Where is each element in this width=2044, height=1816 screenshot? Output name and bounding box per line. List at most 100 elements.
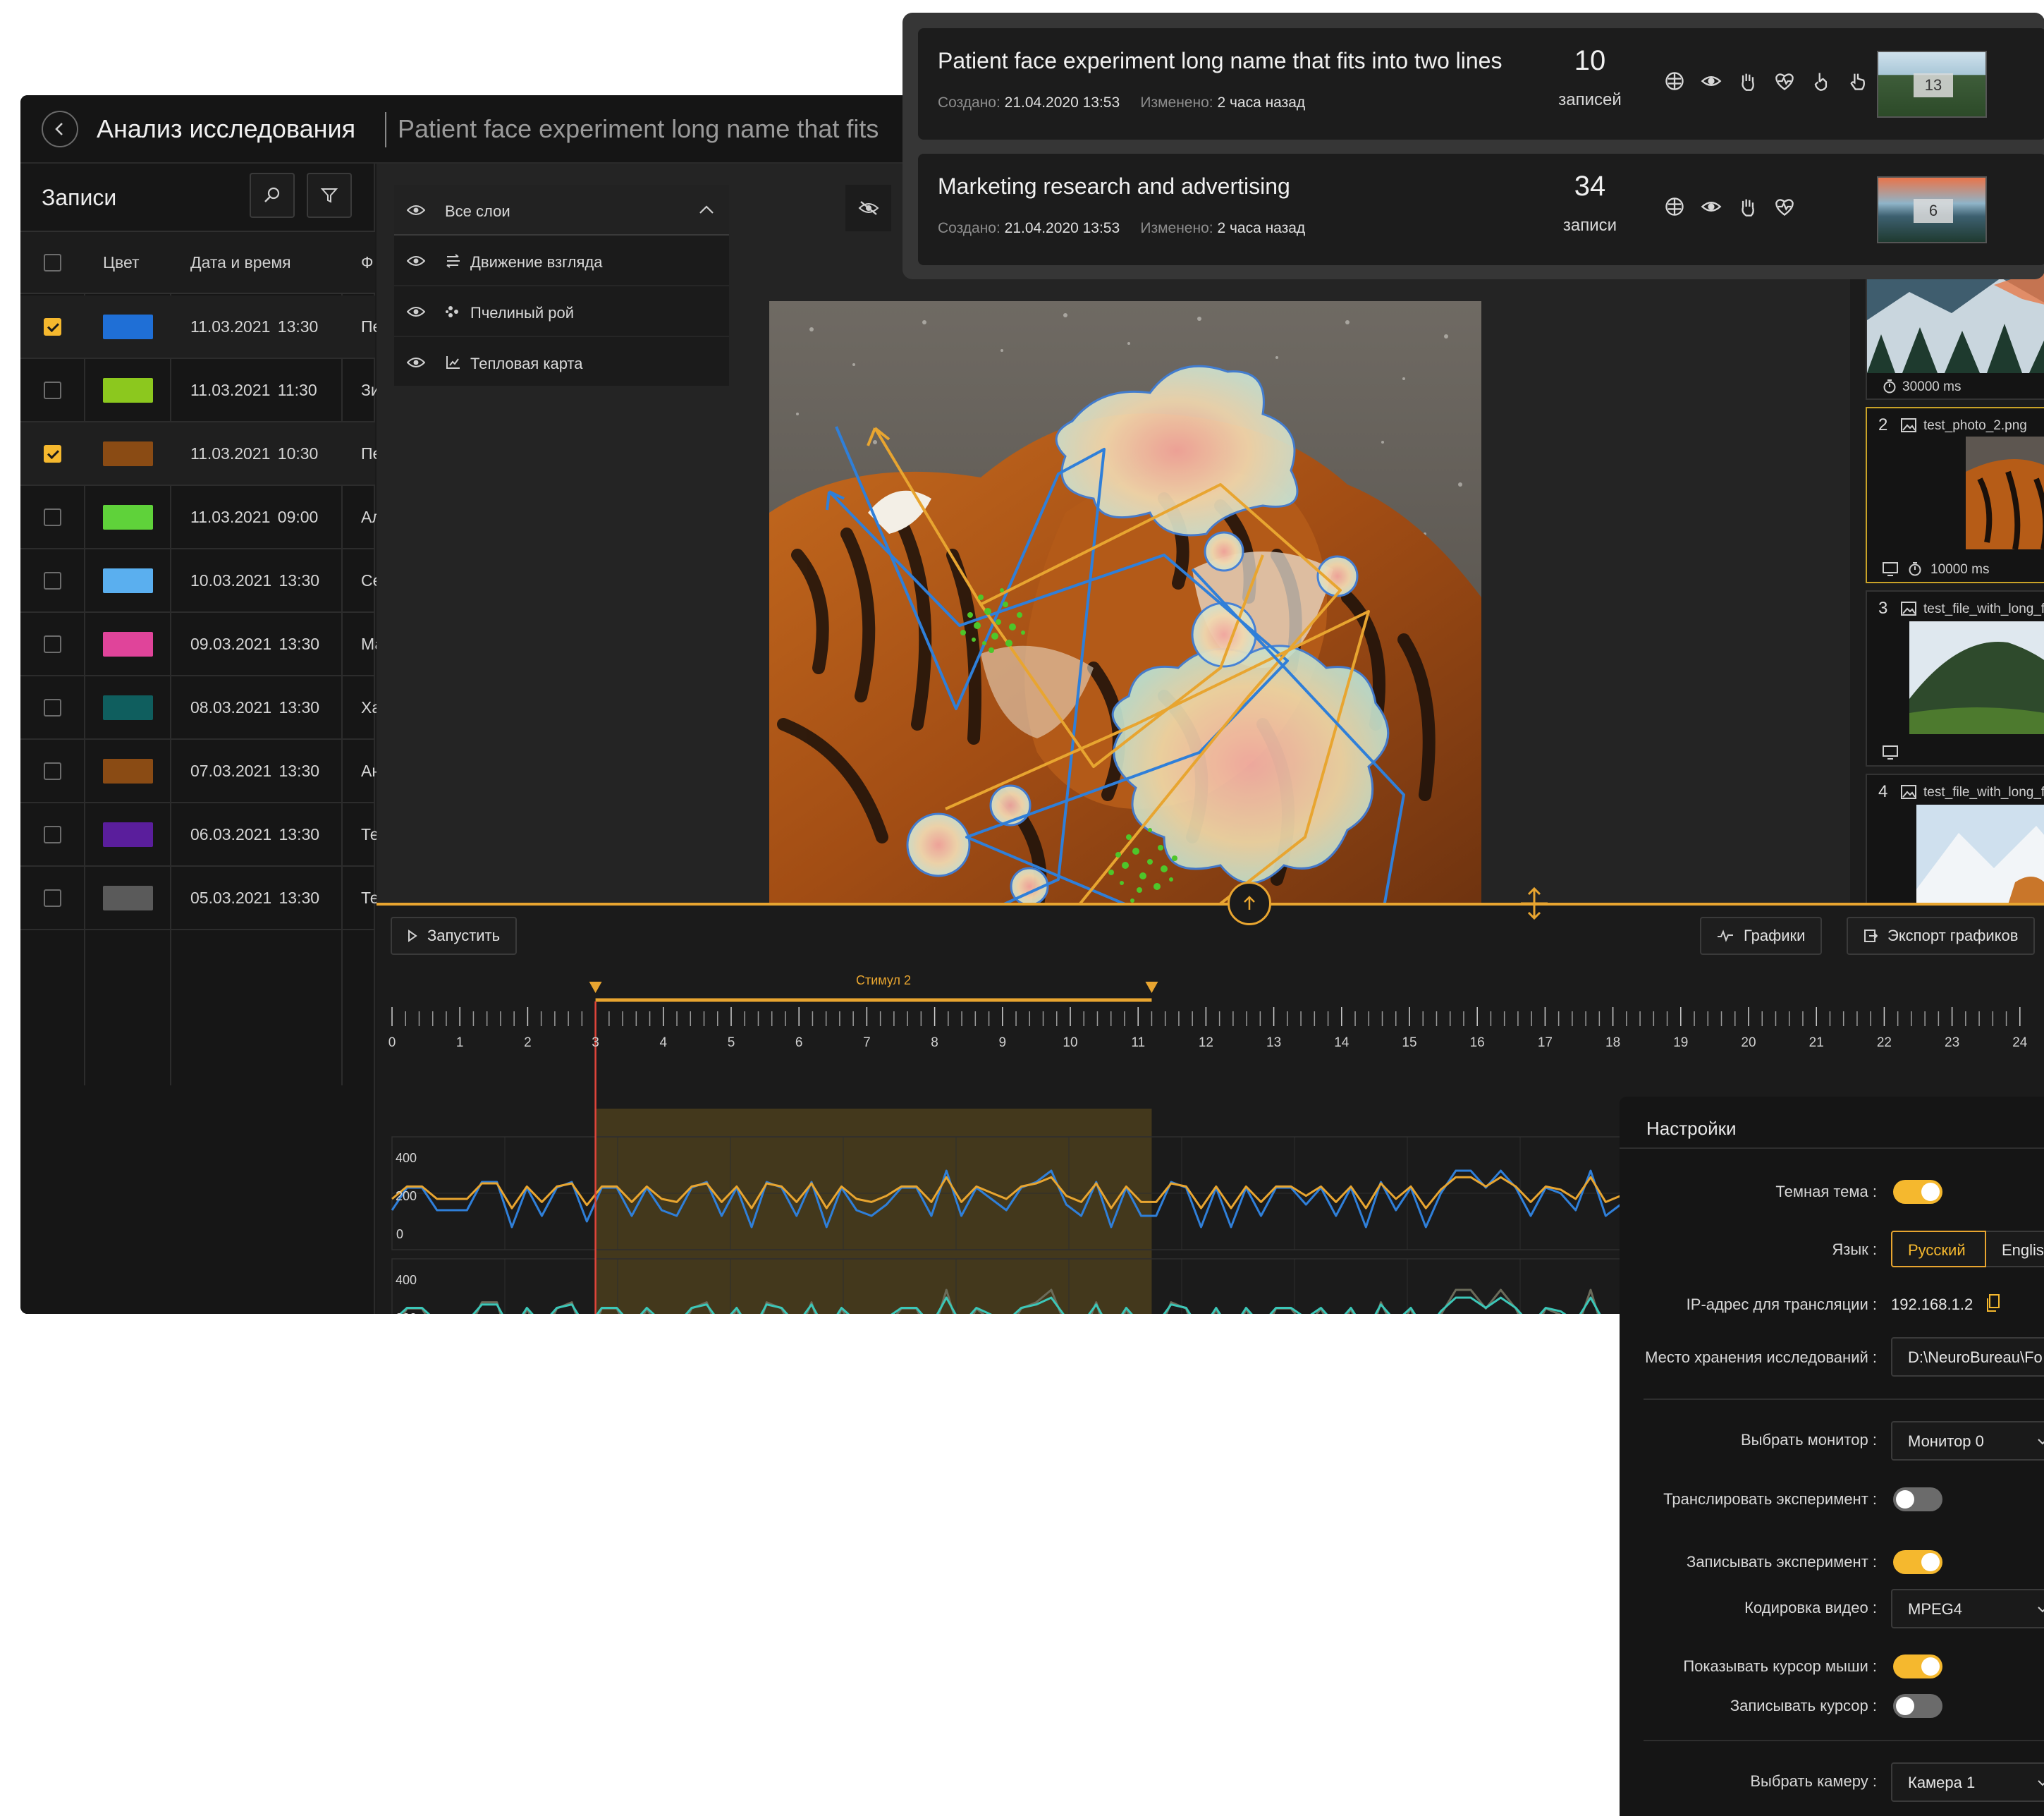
broadcast-toggle[interactable] (1893, 1487, 1942, 1511)
stimulus-end-marker[interactable] (1145, 982, 1158, 993)
record-cursor-toggle[interactable] (1893, 1694, 1942, 1718)
record-color-swatch[interactable] (103, 315, 153, 339)
filter-icon (320, 188, 338, 203)
layer-gaze-label: Движение взгляда (470, 253, 603, 271)
image-icon (1901, 418, 1916, 432)
camera-select[interactable]: Камера 1 (1891, 1762, 2044, 1802)
divider (1620, 1147, 2044, 1149)
record-color-swatch[interactable] (103, 441, 153, 466)
ip-value: 192.168.1.2 (1891, 1296, 1973, 1313)
record-color-swatch[interactable] (103, 378, 153, 403)
study-card[interactable]: Patient face experiment long name that f… (918, 28, 2044, 140)
language-russian[interactable]: Русский (1891, 1231, 1986, 1267)
image-icon (1901, 785, 1916, 799)
layers-all-label: Все слои (445, 202, 510, 220)
storage-path-field[interactable]: D:\NeuroBureau\Fo (1891, 1337, 2044, 1377)
row-checkbox[interactable] (44, 889, 61, 907)
modified-date: 2 часа назад (1217, 95, 1306, 111)
study-card[interactable]: Marketing research and advertising Созда… (918, 154, 2044, 265)
record-color-swatch[interactable] (103, 568, 153, 593)
row-checkbox[interactable] (44, 762, 61, 780)
search-icon (264, 187, 280, 202)
record-color-swatch[interactable] (103, 822, 153, 847)
storage-label: Место хранения исследований : (1645, 1348, 1877, 1366)
codec-value: MPEG4 (1908, 1600, 1963, 1618)
gesture-icon (1850, 73, 1865, 90)
copy-icon[interactable] (1986, 1294, 2000, 1312)
row-checkbox[interactable] (44, 445, 61, 463)
table-row[interactable]: 10.03.2021 13:30 Се (20, 549, 381, 613)
layers-all-row[interactable]: Все слои (394, 185, 729, 236)
back-button[interactable] (42, 111, 78, 147)
table-row[interactable]: 11.03.2021 11:30 Зи (20, 359, 380, 422)
record-toggle[interactable] (1893, 1550, 1942, 1574)
eye-icon[interactable] (407, 305, 425, 319)
show-cursor-label: Показывать курсор мыши : (1683, 1657, 1877, 1675)
chevron-up-icon[interactable] (699, 205, 714, 214)
hand-icon (1742, 73, 1754, 91)
codec-label: Кодировка видео : (1744, 1599, 1877, 1616)
eye-icon[interactable] (407, 254, 425, 268)
row-checkbox[interactable] (44, 635, 61, 653)
dark-theme-toggle[interactable] (1893, 1180, 1942, 1204)
ruler-tick-label: 2 (524, 1035, 532, 1050)
record-datetime: 05.03.2021 13:30 (190, 889, 320, 907)
ruler-tick-label: 21 (1809, 1035, 1824, 1050)
ruler-tick-label: 13 (1266, 1035, 1282, 1050)
stimulus-thumb-3[interactable]: 3 test_file_with_long_fil (1866, 590, 2044, 767)
show-cursor-toggle[interactable] (1893, 1654, 1942, 1678)
ruler-tick-label: 12 (1198, 1035, 1213, 1050)
record-datetime: 07.03.2021 13:30 (190, 762, 320, 780)
brain-icon (1665, 72, 1684, 90)
record-color-swatch[interactable] (103, 695, 153, 720)
filter-button[interactable] (307, 173, 352, 218)
table-row[interactable]: 08.03.2021 13:30 Ха (20, 676, 381, 740)
bee-swarm-icon (446, 306, 458, 317)
table-row[interactable]: 09.03.2021 13:30 Ма (20, 613, 384, 676)
record-cursor-label: Записывать курсор : (1730, 1697, 1877, 1714)
record-color-swatch[interactable] (103, 632, 153, 657)
record-color-swatch[interactable] (103, 886, 153, 910)
eye-icon[interactable] (407, 203, 425, 217)
table-row[interactable]: 07.03.2021 13:30 Ан (20, 740, 381, 803)
chart-y-tick-label: 400 (396, 1273, 417, 1287)
layer-heatmap-row[interactable]: Тепловая карта (394, 337, 729, 388)
layer-swarm-row[interactable]: Пчелиный рой (394, 286, 729, 337)
record-color-swatch[interactable] (103, 759, 153, 784)
eye-icon[interactable] (407, 355, 425, 370)
record-color-swatch[interactable] (103, 505, 153, 530)
title-divider (385, 112, 386, 147)
layer-gaze-row[interactable]: Движение взгляда (394, 236, 729, 286)
table-row[interactable]: 11.03.2021 10:30 Пе (20, 422, 381, 486)
thumb-image (1867, 271, 2044, 373)
row-checkbox[interactable] (44, 508, 61, 526)
table-row[interactable]: 06.03.2021 13:30 Те (20, 803, 379, 867)
table-row[interactable]: 11.03.2021 09:00 Ал (20, 486, 381, 549)
search-button[interactable] (250, 173, 295, 218)
row-checkbox[interactable] (44, 826, 61, 843)
monitor-select[interactable]: Монитор 0 (1891, 1421, 2044, 1461)
select-all-checkbox[interactable] (44, 254, 61, 272)
table-row[interactable]: 05.03.2021 13:30 Те (20, 867, 379, 930)
ruler-tick-label: 24 (2012, 1035, 2028, 1050)
chevron-down-icon (2038, 1439, 2044, 1445)
layer-heatmap-label: Тепловая карта (470, 355, 583, 372)
table-row[interactable]: 11.03.2021 13:30 Пе (20, 295, 381, 359)
codec-select[interactable]: MPEG4 (1891, 1589, 2044, 1628)
stimulus-thumb-1[interactable]: 30000 ms (1866, 269, 2044, 400)
language-english[interactable]: Englis (1986, 1231, 2044, 1267)
ruler-tick-label: 19 (1673, 1035, 1689, 1050)
row-checkbox[interactable] (44, 318, 61, 336)
tiger-stimulus (769, 301, 1481, 915)
stimulus-thumb-2[interactable]: 2 test_photo_2.png 10000 ms (1866, 407, 2044, 583)
pointer-hand-icon (1814, 73, 1828, 91)
stimulus-start-marker[interactable] (589, 982, 602, 993)
record-datetime: 11.03.2021 13:30 (190, 317, 319, 336)
hide-layers-button[interactable] (845, 185, 891, 231)
study-thumbnail: 13 (1877, 51, 1987, 118)
heart-rate-icon (1775, 199, 1794, 216)
ruler-tick-label: 5 (727, 1035, 735, 1050)
row-checkbox[interactable] (44, 699, 61, 717)
row-checkbox[interactable] (44, 572, 61, 590)
row-checkbox[interactable] (44, 382, 61, 399)
